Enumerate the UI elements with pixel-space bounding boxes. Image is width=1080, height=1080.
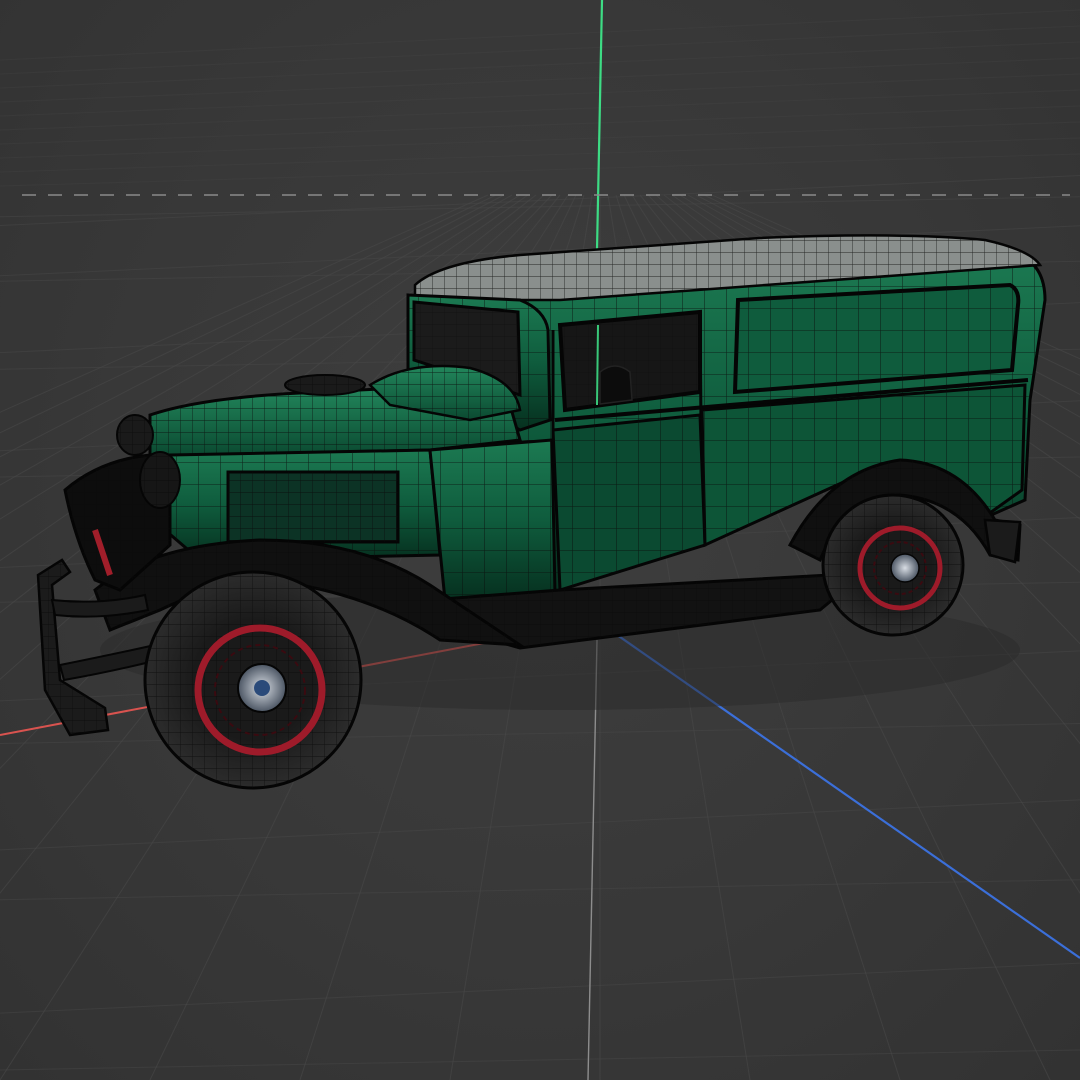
grid-line	[0, 962, 1080, 1014]
grid-line	[0, 174, 1080, 226]
grid-line	[0, 196, 1080, 218]
grid-line	[0, 25, 1080, 75]
y-axis-overlay	[596, 324, 599, 406]
headlight-lower	[139, 451, 181, 509]
grid-line	[0, 879, 1080, 901]
grid-line	[0, 137, 1080, 173]
rear-bumper	[983, 518, 1022, 564]
viewport-canvas[interactable]	[0, 0, 1080, 1080]
rear-wheel-hub	[890, 553, 920, 583]
headlight-upper	[116, 414, 154, 456]
grid-line	[0, 1049, 1080, 1071]
grid-line	[0, 105, 1080, 145]
grid-line	[0, 121, 1080, 159]
front-wheel[interactable]	[143, 570, 363, 790]
door-window	[557, 309, 702, 413]
hood-vent	[226, 470, 400, 544]
rear-wheel[interactable]	[821, 493, 965, 637]
grid-line	[0, 799, 1080, 851]
spare-tire	[284, 374, 366, 396]
3d-viewport[interactable]	[0, 0, 1080, 1080]
grid-line	[0, 9, 1080, 61]
van-model[interactable]	[36, 234, 1047, 790]
grid-line	[0, 153, 1080, 187]
